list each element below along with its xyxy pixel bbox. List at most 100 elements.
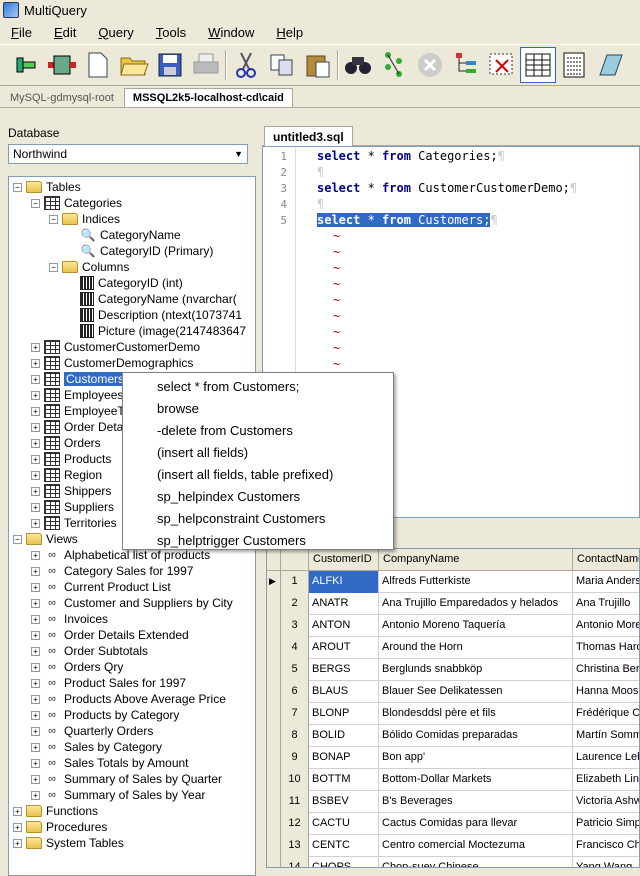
tree-node-indices[interactable]: − Indices bbox=[49, 211, 120, 227]
table-row[interactable]: 9BONAPBon app'Laurence Lebihan bbox=[267, 747, 639, 769]
expand-icon[interactable]: + bbox=[31, 470, 40, 480]
tree-node-views[interactable]: − Views bbox=[13, 531, 78, 547]
menu-file[interactable]: File bbox=[0, 25, 43, 40]
open-folder-icon[interactable] bbox=[116, 47, 152, 83]
expand-icon[interactable]: + bbox=[31, 566, 40, 576]
row-number[interactable]: 10 bbox=[281, 769, 309, 791]
cell-companyname[interactable]: Bólido Comidas preparadas bbox=[379, 725, 573, 747]
cell-contactname[interactable]: Patricio Simpson bbox=[573, 813, 639, 835]
tree-node-table[interactable]: + Products bbox=[31, 451, 111, 467]
new-file-icon[interactable] bbox=[80, 47, 116, 83]
menu-help[interactable]: Help bbox=[265, 25, 314, 40]
cell-companyname[interactable]: Cactus Comidas para llevar bbox=[379, 813, 573, 835]
expand-icon[interactable]: + bbox=[31, 710, 40, 720]
cell-contactname[interactable]: Martín Sommer bbox=[573, 725, 639, 747]
tree-node-table[interactable]: + Territories bbox=[31, 515, 117, 531]
cell-contactname[interactable]: Thomas Hardy bbox=[573, 637, 639, 659]
print-icon[interactable] bbox=[188, 47, 224, 83]
expand-icon[interactable]: + bbox=[31, 406, 40, 416]
cell-customerid[interactable]: BSBEV bbox=[309, 791, 379, 813]
tree-node-table[interactable]: + Shippers bbox=[31, 483, 111, 499]
tree-node-columns[interactable]: − Columns bbox=[49, 259, 129, 275]
cell-companyname[interactable]: Alfreds Futterkiste bbox=[379, 571, 573, 593]
cell-customerid[interactable]: BONAP bbox=[309, 747, 379, 769]
expand-icon[interactable]: + bbox=[31, 598, 40, 608]
tree-node-functions[interactable]: + Functions bbox=[13, 803, 98, 819]
results-grid[interactable]: CustomerID CompanyName ContactName ▶ 1 ALF… bbox=[266, 548, 640, 868]
tree-node-table[interactable]: + CustomerCustomerDemo bbox=[31, 339, 200, 355]
cell-customerid[interactable]: BLAUS bbox=[309, 681, 379, 703]
tree-node-tables[interactable]: − Tables bbox=[13, 179, 81, 195]
expand-icon[interactable]: + bbox=[31, 646, 40, 656]
table-row[interactable]: 5BERGSBerglunds snabbköpChristina Berglu… bbox=[267, 659, 639, 681]
cell-companyname[interactable]: Blauer See Delikatessen bbox=[379, 681, 573, 703]
expand-icon[interactable]: + bbox=[31, 550, 40, 560]
cell-customerid[interactable]: BOTTM bbox=[309, 769, 379, 791]
table-row[interactable]: 3 ANTON Antonio Moreno Taquería Antonio Mor… bbox=[267, 615, 639, 637]
cell-contactname[interactable]: Hanna Moos bbox=[573, 681, 639, 703]
menu-query[interactable]: Query bbox=[87, 25, 144, 40]
tree-node-table[interactable]: + Orders bbox=[31, 435, 101, 451]
row-number[interactable]: 7 bbox=[281, 703, 309, 725]
collapse-icon[interactable]: − bbox=[31, 198, 40, 208]
row-number[interactable]: 11 bbox=[281, 791, 309, 813]
tree-node-view[interactable]: + ∞ Orders Qry bbox=[31, 659, 123, 675]
tree-node-index[interactable]: 🔍 CategoryName bbox=[80, 227, 181, 243]
ctx-select-all[interactable]: select * from Customers; bbox=[123, 375, 393, 397]
expand-icon[interactable]: + bbox=[31, 726, 40, 736]
editor-tab-untitled3[interactable]: untitled3.sql bbox=[264, 126, 353, 147]
ctx-sp-helpindex[interactable]: sp_helpindex Customers bbox=[123, 485, 393, 507]
tree-node-view[interactable]: + ∞ Quarterly Orders bbox=[31, 723, 153, 739]
table-row[interactable]: 2 ANATR Ana Trujillo Emparedados y helados… bbox=[267, 593, 639, 615]
cell-companyname[interactable]: Chop-suey Chinese bbox=[379, 857, 573, 867]
cell-customerid[interactable]: CACTU bbox=[309, 813, 379, 835]
table-row[interactable]: ▶ 1 ALFKI Alfreds Futterkiste Maria Anders bbox=[267, 571, 639, 593]
cell-contactname[interactable]: Ana Trujillo bbox=[573, 593, 639, 615]
cell-contactname[interactable]: Victoria Ashworth bbox=[573, 791, 639, 813]
tree-node-procedures[interactable]: + Procedures bbox=[13, 819, 107, 835]
table-row[interactable]: 8 BOLID Bólido Comidas preparadas Martín So… bbox=[267, 725, 639, 747]
tree-node-view[interactable]: + ∞ Sales Totals by Amount bbox=[31, 755, 189, 771]
cell-companyname[interactable]: Bottom-Dollar Markets bbox=[379, 769, 573, 791]
tree-node-view[interactable]: + ∞ Current Product List bbox=[31, 579, 171, 595]
cell-companyname[interactable]: Centro comercial Moctezuma bbox=[379, 835, 573, 857]
expand-icon[interactable]: + bbox=[31, 662, 40, 672]
ctx-insert-all-fields[interactable]: (insert all fields) bbox=[123, 441, 393, 463]
row-number[interactable]: 8 bbox=[281, 725, 309, 747]
tree-node-view[interactable]: + ∞ Order Details Extended bbox=[31, 627, 189, 643]
row-number[interactable]: 4 bbox=[281, 637, 309, 659]
tree-node-view[interactable]: + ∞ Product Sales for 1997 bbox=[31, 675, 186, 691]
expand-icon[interactable]: + bbox=[31, 358, 40, 368]
cell-companyname[interactable]: Around the Horn bbox=[379, 637, 573, 659]
tree-node-view[interactable]: + ∞ Order Subtotals bbox=[31, 643, 148, 659]
expand-icon[interactable]: + bbox=[13, 838, 22, 848]
find-icon[interactable] bbox=[340, 47, 376, 83]
cell-companyname[interactable]: B's Beverages bbox=[379, 791, 573, 813]
cell-customerid[interactable]: AROUT bbox=[309, 637, 379, 659]
clear-icon[interactable] bbox=[484, 47, 520, 83]
execute-icon[interactable] bbox=[376, 47, 412, 83]
cell-customerid[interactable]: BLONP bbox=[309, 703, 379, 725]
cell-contactname[interactable]: Christina Berglund bbox=[573, 659, 639, 681]
row-number[interactable]: 3 bbox=[281, 615, 309, 637]
tree-node-view[interactable]: + ∞ Customer and Suppliers by City bbox=[31, 595, 233, 611]
cell-contactname[interactable]: Yang Wang bbox=[573, 857, 639, 867]
cell-companyname[interactable]: Bon app' bbox=[379, 747, 573, 769]
notepad-icon[interactable] bbox=[592, 47, 628, 83]
row-number[interactable]: 12 bbox=[281, 813, 309, 835]
cell-customerid[interactable]: ALFKI bbox=[309, 571, 379, 593]
ctx-delete[interactable]: -delete from Customers bbox=[123, 419, 393, 441]
expand-icon[interactable]: + bbox=[31, 774, 40, 784]
grid-header-customerid[interactable]: CustomerID bbox=[309, 549, 379, 571]
expand-icon[interactable]: + bbox=[13, 822, 22, 832]
menu-edit[interactable]: Edit bbox=[43, 25, 87, 40]
row-number[interactable]: 13 bbox=[281, 835, 309, 857]
tree-node-system-tables[interactable]: + System Tables bbox=[13, 835, 124, 851]
tree-node-table-customers[interactable]: + Customers bbox=[31, 371, 127, 387]
connection-tab-mssql[interactable]: MSSQL2k5-localhost-cd\caid bbox=[123, 88, 293, 107]
table-row[interactable]: 7 BLONP Blondesddsl père et fils Frédérique… bbox=[267, 703, 639, 725]
copy-icon[interactable] bbox=[264, 47, 300, 83]
table-row[interactable]: 10 BOTTM Bottom-Dollar Markets Elizabeth Li… bbox=[267, 769, 639, 791]
save-icon[interactable] bbox=[152, 47, 188, 83]
table-row[interactable]: 6 BLAUS Blauer See Delikatessen Hanna Moos bbox=[267, 681, 639, 703]
